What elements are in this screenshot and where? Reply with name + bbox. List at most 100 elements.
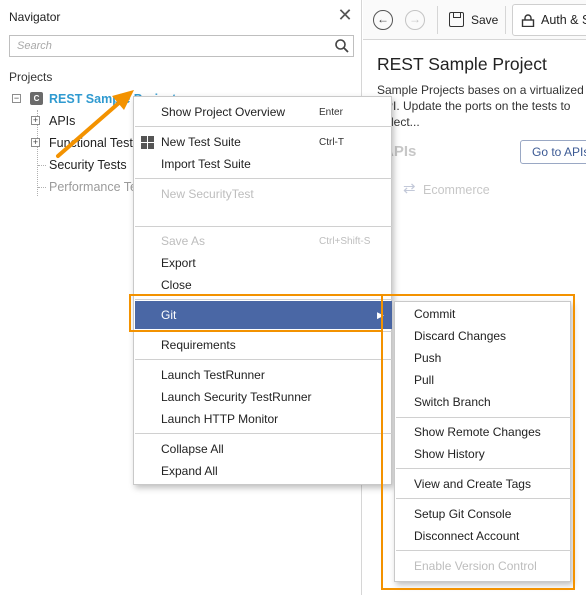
git-show-history[interactable]: Show History [396, 444, 571, 465]
tree-item-security-tests[interactable]: Security Tests [49, 155, 133, 175]
menu-item-launch-http-monitor[interactable]: Launch HTTP Monitor [135, 409, 392, 430]
tree-item-label: Performance Tests [49, 180, 133, 194]
menu-separator [396, 417, 571, 418]
git-setup-git-console[interactable]: Setup Git Console [396, 504, 571, 525]
menu-item-label: Show Project Overview [161, 105, 286, 119]
tree-item-label: APIs [49, 114, 76, 128]
menu-item-label: Launch Security TestRunner [161, 390, 312, 404]
git-discard-changes[interactable]: Discard Changes [396, 326, 571, 347]
tree-item-label: Security Tests [49, 158, 127, 172]
menu-item-label: New Test Suite [161, 135, 241, 149]
menu-item-shortcut: Enter [319, 107, 343, 118]
git-show-remote-changes[interactable]: Show Remote Changes [396, 422, 571, 443]
menu-item-label: Enable Version Control [414, 559, 537, 573]
toolbar-divider [505, 6, 506, 34]
api-item-ecommerce[interactable]: Ecommerce [423, 183, 490, 197]
grid-icon [141, 136, 154, 149]
menu-item-label: Show History [414, 447, 485, 461]
toolbar-divider [437, 6, 438, 34]
menu-separator [135, 359, 392, 360]
close-icon[interactable]: ✕ [336, 6, 354, 24]
project-description: Sample Projects bases on a virtualized A… [377, 83, 584, 129]
submenu-arrow-icon: ▶ [377, 310, 384, 320]
auth-security-button[interactable]: Auth & Security [512, 4, 586, 36]
projects-label: Projects [9, 70, 53, 84]
expand-icon[interactable]: + [31, 138, 40, 147]
menu-item-launch-security-testrunner[interactable]: Launch Security TestRunner [135, 387, 392, 408]
navigator-header: Navigator ✕ [0, 0, 362, 34]
project-title: REST Sample Project [377, 54, 547, 74]
menu-item-export[interactable]: Export [135, 253, 392, 274]
menu-separator [135, 126, 392, 127]
save-icon [449, 12, 464, 27]
tree-item-apis[interactable]: + APIs [31, 111, 141, 131]
tree-guide-line [38, 187, 46, 188]
exchange-arrows-icon: ⇄ [403, 180, 416, 197]
menu-item-label: View and Create Tags [414, 477, 531, 491]
editor-toolbar: ← → Save Auth & Security [363, 0, 586, 40]
expand-icon[interactable]: + [31, 116, 40, 125]
git-push[interactable]: Push [396, 348, 571, 369]
git-switch-branch[interactable]: Switch Branch [396, 392, 571, 413]
menu-separator [396, 550, 571, 551]
tree-item-label: Functional Tests [49, 136, 135, 150]
menu-item-new-securitytest[interactable]: New SecurityTest [135, 184, 392, 205]
menu-item-label: Setup Git Console [414, 507, 512, 521]
menu-item-label: New SecurityTest [161, 187, 254, 201]
menu-item-label: Pull [414, 373, 435, 387]
menu-item-label: Launch HTTP Monitor [161, 412, 279, 426]
menu-item-launch-testrunner[interactable]: Launch TestRunner [135, 365, 392, 386]
git-enable-version-control[interactable]: Enable Version Control [396, 556, 571, 577]
git-commit[interactable]: Commit [396, 304, 571, 325]
menu-item-close[interactable]: Close [135, 275, 392, 296]
go-to-apis-button[interactable]: Go to APIs [520, 140, 586, 164]
search-input[interactable] [10, 36, 330, 56]
menu-item-import-test-suite[interactable]: Import Test Suite [135, 154, 392, 175]
menu-item-save-as[interactable]: Save As Ctrl+Shift-S [135, 231, 392, 252]
menu-item-shortcut: Ctrl+Shift-S [319, 236, 371, 247]
menu-separator [135, 331, 392, 332]
menu-item-label: Show Remote Changes [414, 425, 541, 439]
menu-item-label: Switch Branch [414, 395, 491, 409]
project-context-menu: Show Project Overview Enter New Test Sui… [133, 96, 392, 485]
menu-separator [396, 498, 571, 499]
menu-item-label: Git [161, 308, 177, 322]
search-icon[interactable] [334, 38, 350, 54]
back-icon[interactable]: ← [373, 10, 393, 30]
menu-item-label: Export [161, 256, 196, 270]
tree-item-functional-tests[interactable]: + Functional Tests [31, 133, 135, 153]
git-disconnect-account[interactable]: Disconnect Account [396, 526, 571, 547]
menu-item-show-project-overview[interactable]: Show Project Overview Enter [135, 102, 392, 123]
lock-icon [521, 14, 535, 27]
menu-separator [135, 299, 392, 300]
save-label: Save [471, 13, 499, 27]
menu-item-requirements[interactable]: Requirements [135, 335, 392, 356]
menu-item-shortcut: Ctrl-T [319, 137, 344, 148]
menu-separator [135, 433, 392, 434]
auth-security-label: Auth & Security [541, 13, 586, 27]
menu-item-new-test-suite[interactable]: New Test Suite Ctrl-T [135, 132, 392, 153]
git-pull[interactable]: Pull [396, 370, 571, 391]
git-view-and-create-tags[interactable]: View and Create Tags [396, 474, 571, 495]
menu-item-collapse-all[interactable]: Collapse All [135, 439, 392, 460]
menu-separator [135, 226, 392, 227]
collapse-icon[interactable]: − [12, 94, 21, 103]
tree-item-performance-tests[interactable]: Performance Tests [49, 177, 133, 197]
forward-icon[interactable]: → [405, 10, 425, 30]
tree-guide-line [38, 165, 46, 166]
menu-item-label: Close [161, 278, 192, 292]
menu-item-label: Expand All [161, 464, 218, 478]
menu-item-label: Collapse All [161, 442, 224, 456]
menu-item-label: Push [414, 351, 442, 365]
menu-item-label: Commit [414, 307, 456, 321]
menu-item-label: Requirements [161, 338, 236, 352]
menu-item-label: Launch TestRunner [161, 368, 265, 382]
menu-item-label: Disconnect Account [414, 529, 520, 543]
menu-item-label: Import Test Suite [161, 157, 251, 171]
menu-separator [396, 468, 571, 469]
menu-item-git[interactable]: Git ▶ [135, 301, 392, 329]
project-icon: C [30, 92, 43, 105]
git-submenu: Commit Discard Changes Push Pull Switch … [394, 301, 571, 582]
navigator-search-box [9, 35, 354, 57]
menu-item-expand-all[interactable]: Expand All [135, 461, 392, 482]
